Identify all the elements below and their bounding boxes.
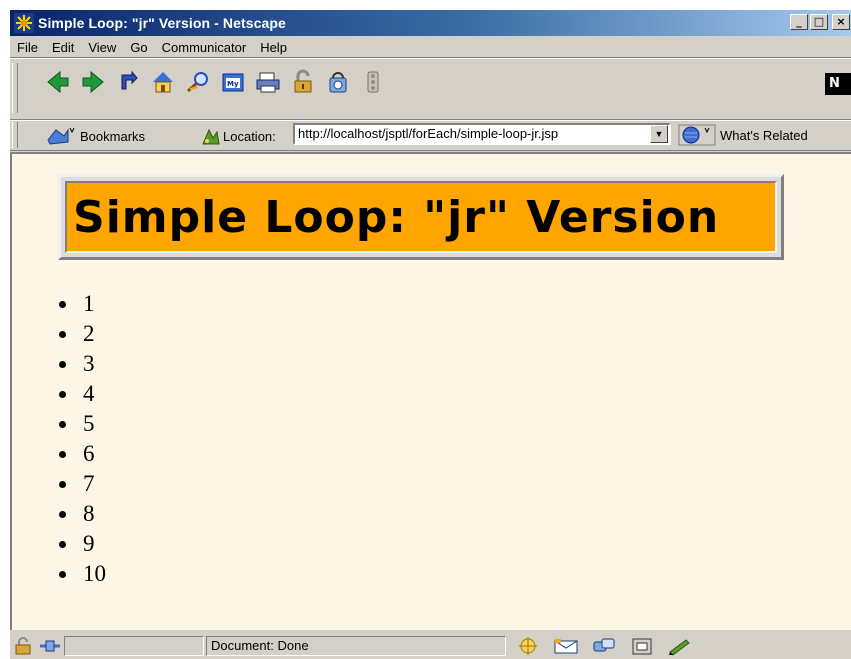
menu-edit[interactable]: Edit [45, 40, 81, 55]
menu-go[interactable]: Go [123, 40, 154, 55]
netscape-logo[interactable]: N [825, 73, 851, 95]
heading-cell: Simple Loop: "jr" Version [65, 181, 777, 253]
list-item: 2 [59, 319, 106, 349]
svg-text:My: My [227, 80, 239, 88]
list-item: 10 [59, 559, 106, 589]
status-text: Document: Done [206, 636, 506, 656]
list-item-text: 10 [83, 561, 106, 586]
location-toolbar: Bookmarks Location: http://localhost/jsp… [10, 120, 851, 151]
browser-window: Simple Loop: "jr" Version - Netscape _ □… [8, 8, 851, 659]
home-icon[interactable] [149, 69, 177, 95]
maximize-button[interactable]: □ [810, 14, 828, 30]
bullet-icon [59, 540, 66, 548]
address-book-icon[interactable] [628, 636, 656, 656]
list-item: 4 [59, 379, 106, 409]
newsgroups-icon[interactable] [590, 636, 618, 656]
location-grip[interactable] [12, 122, 18, 148]
menu-file[interactable]: File [10, 40, 45, 55]
list-item-text: 6 [83, 441, 95, 466]
bullet-icon [59, 510, 66, 518]
location-label: Location: [223, 128, 276, 144]
list-item-text: 3 [83, 351, 95, 376]
url-input[interactable]: http://localhost/jsptl/forEach/simple-lo… [293, 123, 671, 145]
bookmarks-icon [46, 126, 76, 146]
toolbar-grip[interactable] [12, 63, 18, 113]
connection-icon [38, 636, 62, 656]
list-item: 3 [59, 349, 106, 379]
list-item-text: 7 [83, 471, 95, 496]
menu-help[interactable]: Help [253, 40, 294, 55]
list-item-text: 2 [83, 321, 95, 346]
menu-bar: File Edit View Go Communicator Help [10, 37, 851, 58]
window-controls: _ □ × [790, 14, 850, 30]
title-bar[interactable]: Simple Loop: "jr" Version - Netscape _ □… [10, 10, 851, 36]
composer-icon[interactable] [666, 636, 694, 656]
menu-communicator[interactable]: Communicator [155, 40, 254, 55]
bullet-icon [59, 480, 66, 488]
list-item: 9 [59, 529, 106, 559]
list-item: 6 [59, 439, 106, 469]
progress-panel [64, 636, 204, 656]
list-item-text: 5 [83, 411, 95, 436]
shop-icon[interactable] [324, 69, 352, 95]
number-list: 1 2 3 4 5 6 7 8 9 10 [59, 289, 106, 589]
page-heading: Simple Loop: "jr" Version [73, 191, 720, 243]
heading-table: Simple Loop: "jr" Version [58, 174, 784, 260]
reload-icon[interactable] [114, 69, 142, 95]
stop-icon[interactable] [359, 69, 387, 95]
list-item-text: 9 [83, 531, 95, 556]
bullet-icon [59, 390, 66, 398]
search-icon[interactable] [184, 69, 212, 95]
bullet-icon [59, 330, 66, 338]
list-item: 7 [59, 469, 106, 499]
netscape-app-icon [14, 13, 34, 33]
print-icon[interactable] [254, 69, 282, 95]
list-item-text: 4 [83, 381, 95, 406]
nav-buttons: My [44, 69, 387, 95]
whats-related-icon [678, 124, 716, 146]
whats-related-label: What's Related [720, 127, 808, 143]
status-bar: Document: Done [10, 631, 851, 659]
navigator-icon[interactable] [514, 636, 542, 656]
component-tray [514, 636, 694, 656]
page-content: Simple Loop: "jr" Version 1 2 3 4 5 6 7 … [10, 152, 851, 630]
bullet-icon [59, 300, 66, 308]
navigation-toolbar: My N [10, 59, 851, 120]
mail-icon[interactable] [552, 636, 580, 656]
close-button[interactable]: × [832, 14, 850, 30]
list-item-text: 1 [83, 291, 95, 316]
list-item: 8 [59, 499, 106, 529]
my-netscape-icon[interactable]: My [219, 69, 247, 95]
bullet-icon [59, 450, 66, 458]
security-icon[interactable] [289, 69, 317, 95]
list-item: 1 [59, 289, 106, 319]
list-item-text: 8 [83, 501, 95, 526]
window-title: Simple Loop: "jr" Version - Netscape [38, 15, 286, 31]
bullet-icon [59, 570, 66, 578]
back-icon[interactable] [44, 69, 72, 95]
url-dropdown-button[interactable]: ▼ [650, 125, 668, 143]
list-item: 5 [59, 409, 106, 439]
security-status-icon[interactable] [12, 636, 36, 656]
bullet-icon [59, 420, 66, 428]
minimize-button[interactable]: _ [790, 14, 808, 30]
bullet-icon [59, 360, 66, 368]
location-label-group: Location: [199, 126, 276, 146]
bookmarks-button[interactable]: Bookmarks [46, 126, 145, 146]
forward-icon[interactable] [79, 69, 107, 95]
bookmarks-label: Bookmarks [80, 128, 146, 144]
whats-related-button[interactable]: What's Related [678, 124, 808, 146]
location-icon[interactable] [199, 126, 221, 146]
menu-view[interactable]: View [81, 40, 123, 55]
